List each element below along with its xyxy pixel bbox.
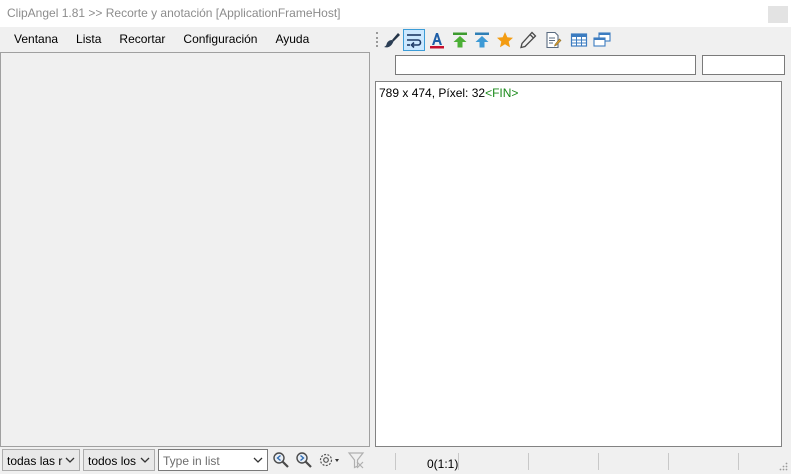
image-info-text: 789 x 474, Píxel: 32 xyxy=(379,86,486,100)
clip-info-line: 789 x 474, Píxel: 32<FIN> xyxy=(379,86,518,100)
clip-text-area[interactable]: 789 x 474, Píxel: 32<FIN> xyxy=(375,81,782,447)
menu-bar: Ventana Lista Recortar Configuración Ayu… xyxy=(0,28,372,51)
edit-pencil-icon[interactable] xyxy=(517,29,539,51)
clip-title-field[interactable] xyxy=(395,55,696,75)
menu-recortar[interactable]: Recortar xyxy=(110,28,174,51)
status-separator xyxy=(598,453,599,470)
text-color-icon[interactable] xyxy=(426,29,448,51)
status-separator xyxy=(528,453,529,470)
editor-toolbar xyxy=(373,28,791,52)
status-separator xyxy=(738,453,739,470)
mark-filter-value: todos los xyxy=(88,454,137,468)
status-separator xyxy=(458,453,459,470)
mark-filter-select[interactable]: todos los xyxy=(83,449,155,471)
search-placeholder: Type in list xyxy=(163,454,220,468)
table-icon[interactable] xyxy=(568,29,590,51)
title-bar: ClipAngel 1.81 >> Recorte y anotación [A… xyxy=(0,0,791,27)
window-control-button[interactable] xyxy=(768,6,788,23)
clip-url-field[interactable] xyxy=(702,55,785,75)
cursor-position: 0(1:1) xyxy=(427,457,459,471)
window-title: ClipAngel 1.81 >> Recorte y anotación [A… xyxy=(7,6,341,20)
menu-ayuda[interactable]: Ayuda xyxy=(266,28,318,51)
clear-filter-icon[interactable] xyxy=(347,451,365,469)
resize-grip-icon[interactable] xyxy=(778,461,788,471)
search-next-icon[interactable] xyxy=(295,451,313,469)
windows-icon[interactable] xyxy=(591,29,613,51)
toolbar-grip[interactable] xyxy=(376,32,378,47)
end-marker: <FIN> xyxy=(485,86,519,100)
chevron-down-icon xyxy=(140,457,150,463)
edit-note-icon[interactable] xyxy=(542,29,564,51)
chevron-down-icon xyxy=(253,457,263,463)
search-settings-gear-icon[interactable] xyxy=(318,451,342,469)
word-wrap-icon[interactable] xyxy=(403,29,425,51)
move-top-icon[interactable] xyxy=(471,29,493,51)
search-previous-icon[interactable] xyxy=(272,451,290,469)
favorite-star-icon[interactable] xyxy=(494,29,516,51)
status-bar: 0(1:1) xyxy=(373,449,791,474)
status-separator xyxy=(395,453,396,470)
menu-configuracion[interactable]: Configuración xyxy=(174,28,266,51)
chevron-down-icon xyxy=(65,457,75,463)
menu-ventana[interactable]: Ventana xyxy=(0,28,67,51)
type-filter-select[interactable]: todas las r xyxy=(2,449,80,471)
move-up-icon[interactable] xyxy=(449,29,471,51)
clip-list[interactable] xyxy=(0,52,370,447)
type-filter-value: todas las r xyxy=(7,454,63,468)
status-separator xyxy=(668,453,669,470)
menu-lista[interactable]: Lista xyxy=(67,28,110,51)
brush-icon[interactable] xyxy=(381,29,403,51)
search-list-input[interactable]: Type in list xyxy=(158,449,268,471)
